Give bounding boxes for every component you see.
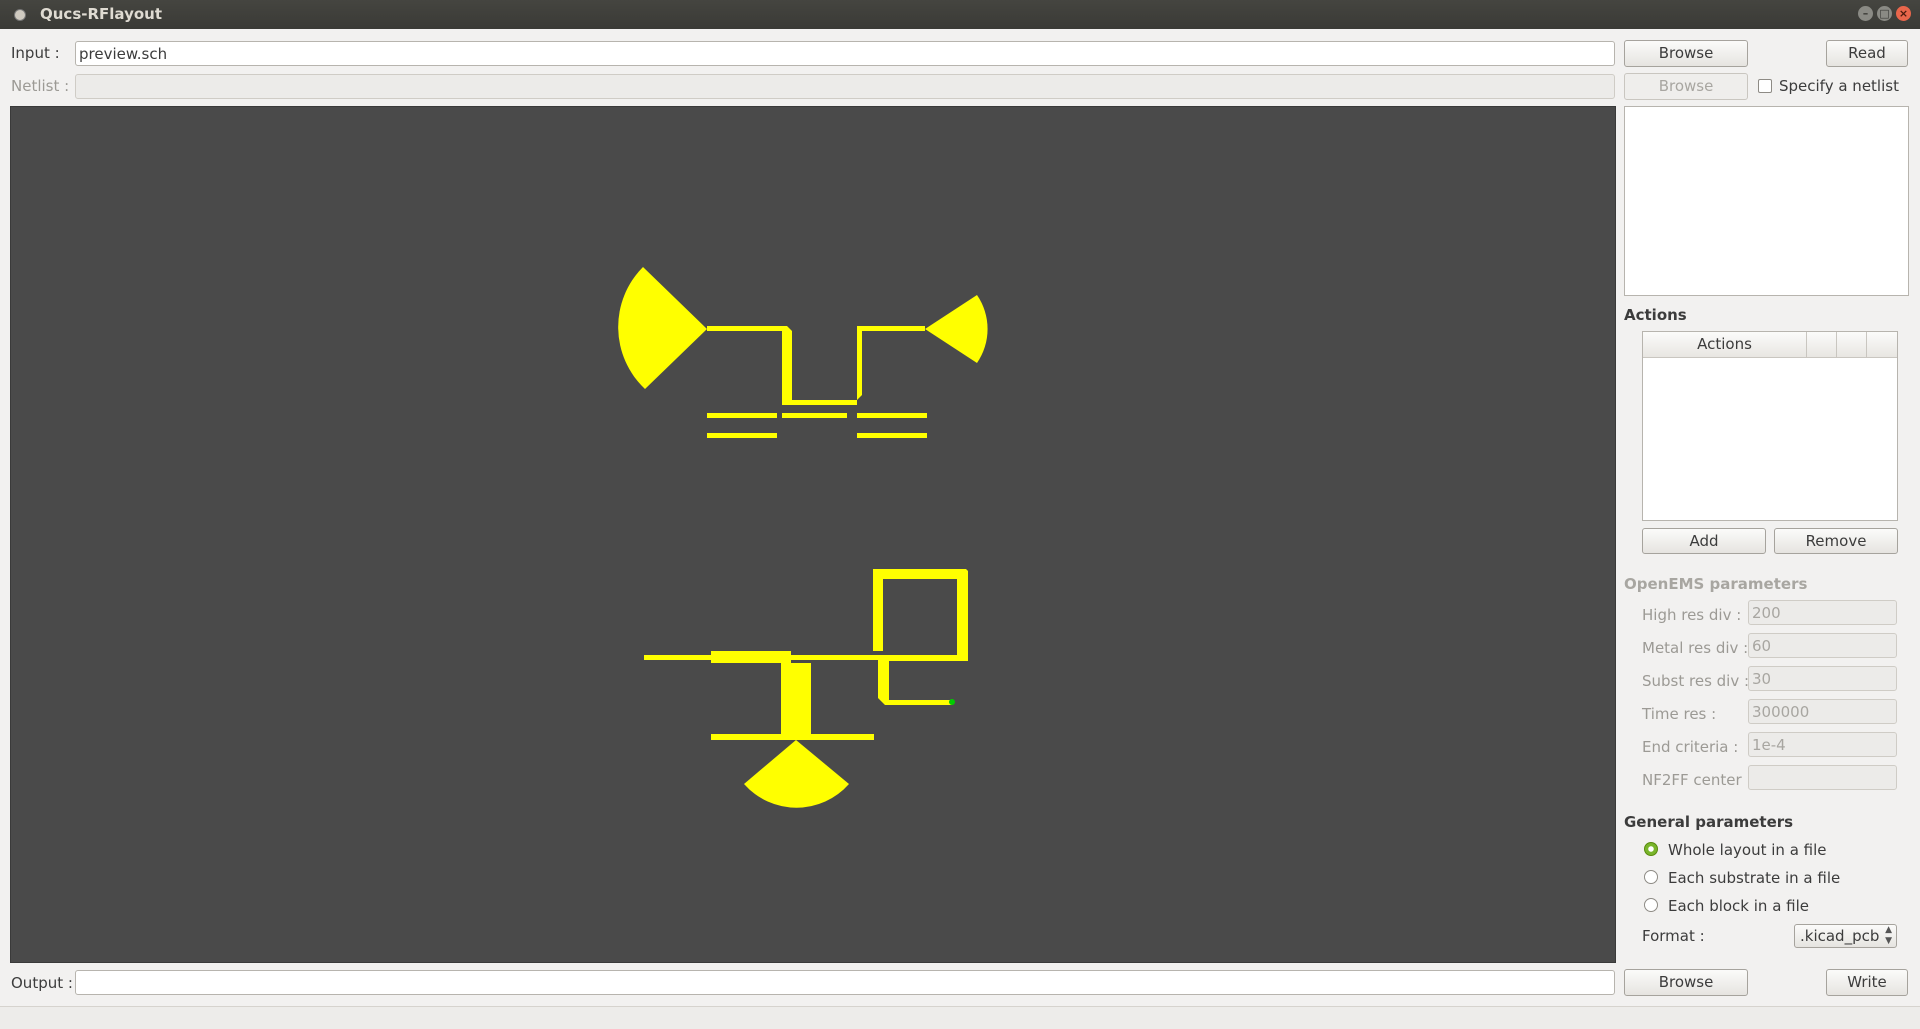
radio-whole-layout-label: Whole layout in a file — [1668, 841, 1827, 859]
format-value: .kicad_pcb — [1800, 927, 1880, 945]
radio-each-block[interactable] — [1644, 898, 1658, 912]
format-select[interactable]: .kicad_pcb ▲ ▼ — [1794, 924, 1897, 948]
column-header[interactable] — [1807, 332, 1837, 357]
microstrip-line — [857, 326, 925, 331]
write-button[interactable]: Write — [1826, 969, 1908, 996]
actions-column-header[interactable]: Actions — [1643, 332, 1807, 357]
radial-stub-left — [618, 267, 707, 389]
coupled-line — [782, 413, 847, 418]
subst-res-div-label: Subst res div : — [1642, 672, 1750, 690]
port-marker — [949, 699, 955, 705]
add-action-button[interactable]: Add — [1642, 528, 1766, 554]
microstrip-line — [791, 655, 886, 660]
tee-bar — [711, 734, 874, 740]
output-label: Output : — [11, 974, 73, 992]
high-res-div-field[interactable] — [1748, 600, 1897, 625]
actions-table[interactable]: Actions — [1642, 331, 1898, 521]
wide-line — [711, 651, 791, 663]
radio-each-substrate-label: Each substrate in a file — [1668, 869, 1841, 887]
netlist-browse-button[interactable]: Browse — [1624, 73, 1748, 100]
status-bar — [0, 1006, 1920, 1029]
netlist-label: Netlist : — [11, 77, 70, 95]
actions-table-header: Actions — [1643, 332, 1897, 358]
microstrip-line — [707, 326, 787, 331]
specify-netlist-label: Specify a netlist — [1779, 77, 1899, 95]
microstrip-line — [782, 400, 857, 405]
column-header[interactable] — [1837, 332, 1867, 357]
time-res-field[interactable] — [1748, 699, 1897, 724]
input-browse-button[interactable]: Browse — [1624, 40, 1748, 67]
column-header[interactable] — [1867, 332, 1897, 357]
openems-title: OpenEMS parameters — [1624, 575, 1808, 593]
subst-res-div-field[interactable] — [1748, 666, 1897, 691]
high-res-div-label: High res div : — [1642, 606, 1742, 624]
tee-stem — [781, 663, 811, 740]
layout-preview-canvas[interactable] — [10, 106, 1616, 963]
general-params-title: General parameters — [1624, 813, 1794, 831]
output-file-field[interactable] — [75, 970, 1615, 995]
metal-res-div-label: Metal res div : — [1642, 639, 1749, 657]
layout-drawing — [618, 267, 988, 808]
info-box — [1624, 106, 1909, 296]
coupled-line — [857, 413, 927, 418]
radio-each-block-label: Each block in a file — [1668, 897, 1810, 915]
microstrip-bend — [857, 326, 862, 400]
end-criteria-label: End criteria : — [1642, 738, 1739, 756]
format-label: Format : — [1642, 927, 1705, 945]
coupled-line — [707, 433, 777, 438]
read-button[interactable]: Read — [1826, 40, 1908, 67]
app-icon — [14, 9, 26, 21]
specify-netlist-checkbox[interactable] — [1758, 79, 1772, 93]
input-label: Input : — [11, 44, 60, 62]
nf2ff-center-field[interactable] — [1748, 765, 1897, 790]
maximize-icon[interactable]: □ — [1877, 6, 1892, 21]
microstrip-bend — [782, 326, 792, 405]
input-file-field[interactable] — [75, 41, 1615, 66]
spinner-arrows-icon: ▲ ▼ — [1885, 925, 1892, 946]
remove-action-button[interactable]: Remove — [1774, 528, 1898, 554]
metal-res-div-field[interactable] — [1748, 633, 1897, 658]
minimize-icon[interactable]: – — [1858, 6, 1873, 21]
window-title: Qucs-RFlayout — [40, 5, 163, 23]
spiral-outer — [873, 569, 968, 705]
actions-title: Actions — [1624, 306, 1687, 324]
radio-whole-layout[interactable] — [1644, 842, 1658, 856]
radial-stub-bottom — [744, 740, 849, 808]
netlist-field[interactable] — [75, 74, 1615, 99]
time-res-label: Time res : — [1642, 705, 1717, 723]
nf2ff-center-label: NF2FF center : — [1642, 771, 1752, 789]
end-criteria-field[interactable] — [1748, 732, 1897, 757]
title-bar: Qucs-RFlayout – □ × — [0, 0, 1920, 29]
output-browse-button[interactable]: Browse — [1624, 969, 1748, 996]
radio-each-substrate[interactable] — [1644, 870, 1658, 884]
radial-stub-right — [925, 295, 988, 363]
coupled-line — [857, 433, 927, 438]
close-icon[interactable]: × — [1896, 6, 1911, 21]
coupled-line — [707, 413, 777, 418]
